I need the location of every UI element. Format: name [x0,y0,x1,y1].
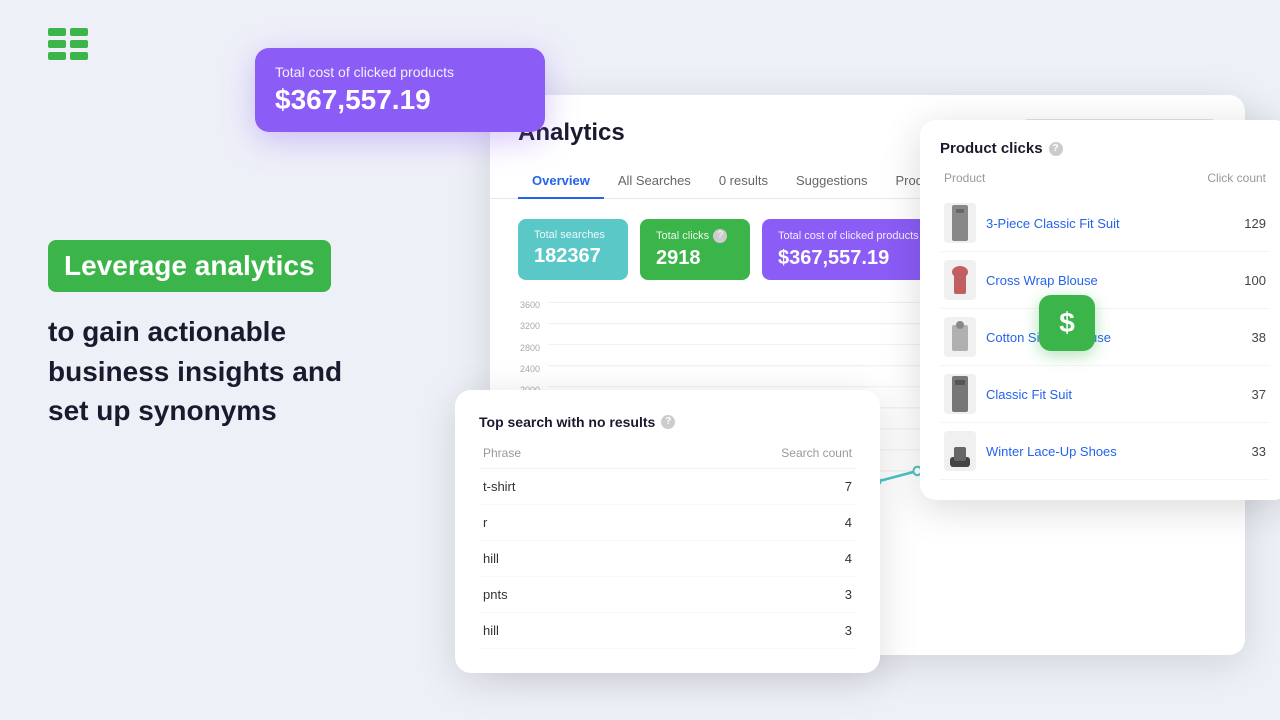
product-row: 3-Piece Classic Fit Suit 129 [940,195,1270,252]
col-product-header: Product [944,171,985,185]
tab-suggestions[interactable]: Suggestions [782,163,882,198]
product-count-2: 38 [1252,330,1266,345]
col-phrase-header: Phrase [483,446,521,460]
stat-cost-value: $367,557.19 [778,247,937,270]
app-logo [48,28,88,73]
info-icon-no-results[interactable]: ? [661,415,675,429]
tab-all-searches[interactable]: All Searches [604,163,705,198]
count-2: 4 [845,551,852,566]
phrase-3: pnts [483,587,508,602]
highlight-text: Leverage analytics [64,250,315,281]
dollar-badge: $ [1039,295,1095,351]
product-img-4 [944,431,976,471]
count-4: 3 [845,623,852,638]
product-img-3 [944,374,976,414]
cost-tooltip-label: Total cost of clicked products [275,64,525,80]
product-clicks-table-header: Product Click count [940,171,1270,185]
product-count-3: 37 [1252,387,1266,402]
stat-clicks-label: Total clicks ? [656,229,734,243]
no-results-title: Top search with no results ? [479,414,856,430]
product-count-4: 33 [1252,444,1266,459]
stat-cost-label: Total cost of clicked products ? [778,229,937,243]
info-icon-clicks[interactable]: ? [713,229,727,243]
product-clicks-panel: Product clicks ? Product Click count 3-P… [920,120,1280,500]
col-count-header: Click count [1207,171,1266,185]
svg-text:3600: 3600 [520,300,540,310]
count-0: 7 [845,479,852,494]
product-row: Cross Wrap Blouse 100 [940,252,1270,309]
stat-clicks-value: 2918 [656,247,734,270]
product-name-1[interactable]: Cross Wrap Blouse [986,273,1234,288]
tab-0-results[interactable]: 0 results [705,163,782,198]
stat-total-clicks: Total clicks ? 2918 [640,219,750,280]
stat-total-searches: Total searches 182367 [518,219,628,280]
svg-text:2800: 2800 [520,343,540,353]
product-img-0 [944,203,976,243]
highlight-box: Leverage analytics [48,240,331,292]
dollar-icon: $ [1059,307,1075,339]
no-results-table-header: Phrase Search count [479,446,856,469]
cost-tooltip: Total cost of clicked products $367,557.… [255,48,545,132]
info-icon-product-clicks[interactable]: ? [1049,142,1063,156]
count-3: 3 [845,587,852,602]
svg-text:2400: 2400 [520,364,540,374]
no-results-row: hill 3 [479,613,856,649]
product-name-3[interactable]: Classic Fit Suit [986,387,1242,402]
svg-text:3200: 3200 [520,321,540,331]
phrase-0: t-shirt [483,479,516,494]
col-search-count-header: Search count [781,446,852,460]
no-results-panel: Top search with no results ? Phrase Sear… [455,390,880,673]
product-count-1: 100 [1244,273,1266,288]
product-row: Classic Fit Suit 37 [940,366,1270,423]
product-img-2 [944,317,976,357]
no-results-row: r 4 [479,505,856,541]
product-name-2[interactable]: Cotton Simple Blouse [986,330,1242,345]
stat-searches-value: 182367 [534,245,612,268]
count-1: 4 [845,515,852,530]
no-results-row: pnts 3 [479,577,856,613]
left-section: Leverage analytics to gain actionable bu… [48,240,448,430]
body-text: to gain actionable business insights and… [48,312,448,430]
product-row: Cotton Simple Blouse 38 [940,309,1270,366]
product-name-0[interactable]: 3-Piece Classic Fit Suit [986,216,1234,231]
phrase-2: hill [483,551,499,566]
product-row: Winter Lace-Up Shoes 33 [940,423,1270,480]
product-img-1 [944,260,976,300]
product-name-4[interactable]: Winter Lace-Up Shoes [986,444,1242,459]
no-results-row: t-shirt 7 [479,469,856,505]
stat-searches-label: Total searches [534,229,612,241]
phrase-1: r [483,515,487,530]
product-clicks-title: Product clicks ? [940,140,1270,157]
cost-tooltip-value: $367,557.19 [275,84,525,116]
phrase-4: hill [483,623,499,638]
tab-overview[interactable]: Overview [518,163,604,198]
no-results-row: hill 4 [479,541,856,577]
product-count-0: 129 [1244,216,1266,231]
